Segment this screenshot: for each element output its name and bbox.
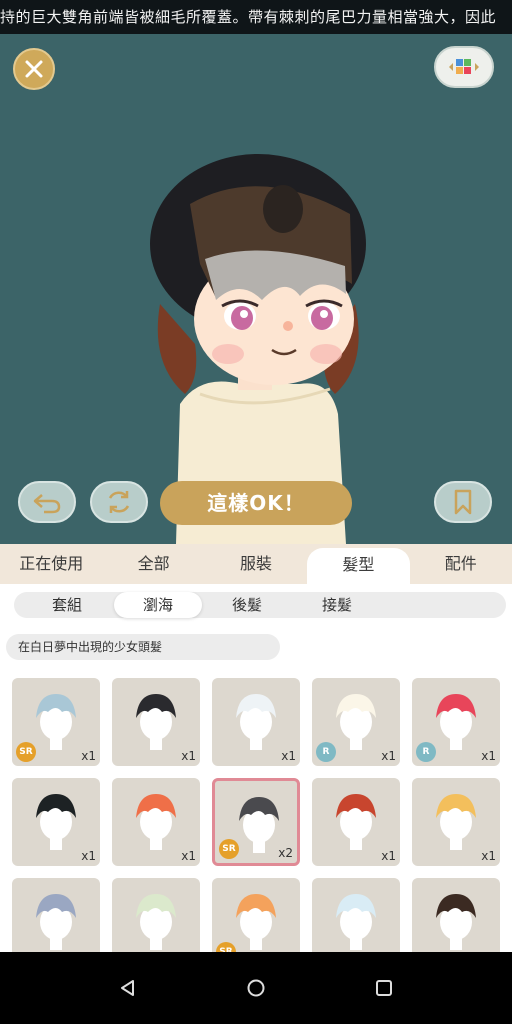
hair-thumbnail — [236, 894, 276, 950]
nav-back-button[interactable] — [112, 972, 144, 1004]
tab-hairstyle[interactable]: 髮型 — [307, 548, 410, 584]
rarity-badge: SR — [16, 742, 36, 762]
hair-item-card[interactable] — [412, 878, 500, 952]
category-tabs: 正在使用 全部 服裝 髮型 配件 — [0, 544, 512, 584]
item-count: x1 — [381, 849, 396, 863]
rarity-badge: SR — [219, 839, 239, 859]
nav-home-button[interactable] — [240, 972, 272, 1004]
app-root: 持的巨大雙角前端皆被細毛所覆蓋。帶有棘刺的尾巴力量相當強大，因此 這樣OK！ 正… — [0, 0, 512, 1024]
color-grid-icon — [449, 59, 479, 74]
close-icon — [25, 60, 43, 78]
item-description-ticker: 持的巨大雙角前端皆被細毛所覆蓋。帶有棘刺的尾巴力量相當強大，因此 — [0, 0, 512, 34]
confirm-ok-button[interactable]: 這樣OK！ — [160, 481, 352, 525]
subtab-bangs[interactable]: 瀏海 — [114, 592, 202, 618]
item-count: x1 — [81, 749, 96, 763]
subtab-extensions[interactable]: 接髮 — [296, 592, 378, 618]
hair-subtabs: 套組 瀏海 後髮 接髮 — [0, 584, 512, 626]
close-button[interactable] — [13, 48, 55, 90]
hair-thumbnail — [36, 894, 76, 950]
avatar-preview: 這樣OK！ — [0, 34, 512, 544]
undo-button[interactable] — [18, 481, 76, 523]
rarity-badge: R — [316, 742, 336, 762]
hair-item-card[interactable]: x1 — [412, 778, 500, 866]
avatar-figure — [150, 154, 366, 544]
refresh-icon — [108, 491, 130, 513]
hair-item-card[interactable]: x1 — [112, 778, 200, 866]
subtab-set[interactable]: 套組 — [26, 592, 108, 618]
hair-item-card[interactable]: Rx1 — [412, 678, 500, 766]
hair-item-card[interactable] — [112, 878, 200, 952]
layout-toggle-button[interactable] — [434, 46, 494, 88]
hair-thumbnail — [136, 894, 176, 950]
save-outfit-button[interactable] — [434, 481, 492, 523]
home-circle-icon — [247, 979, 265, 997]
item-count: x1 — [381, 749, 396, 763]
undo-icon — [33, 494, 61, 514]
rarity-badge: R — [416, 742, 436, 762]
item-count: x1 — [181, 849, 196, 863]
item-description: 在白日夢中出現的少女頭髮 — [6, 634, 280, 660]
tab-clothing[interactable]: 服裝 — [205, 544, 307, 584]
hair-item-card[interactable] — [12, 878, 100, 952]
hair-item-card[interactable]: Rx1 — [312, 678, 400, 766]
item-count: x1 — [481, 749, 496, 763]
item-count: x1 — [281, 749, 296, 763]
hair-item-card[interactable] — [312, 878, 400, 952]
hair-item-card[interactable]: x1 — [12, 778, 100, 866]
hair-item-card[interactable]: x1 — [312, 778, 400, 866]
hair-thumbnail — [336, 894, 376, 950]
item-count: x2 — [278, 846, 293, 860]
hair-item-card[interactable]: x1 — [212, 678, 300, 766]
hair-thumbnail — [436, 894, 476, 950]
item-count: x1 — [181, 749, 196, 763]
tab-accessories[interactable]: 配件 — [410, 544, 512, 584]
recents-square-icon — [376, 980, 392, 996]
tab-all[interactable]: 全部 — [102, 544, 204, 584]
hair-item-card[interactable]: SR x2 — [212, 778, 300, 866]
item-grid: 在白日夢中出現的少女頭髮 SR x1 x1 x1 Rx1 Rx1 x1 x1 SR x2 x1 x1 S… — [0, 626, 512, 952]
randomize-button[interactable] — [90, 481, 148, 523]
nav-recents-button[interactable] — [368, 972, 400, 1004]
hair-item-card[interactable]: x1 — [112, 678, 200, 766]
tab-in-use[interactable]: 正在使用 — [0, 544, 102, 584]
ticker-text: 持的巨大雙角前端皆被細毛所覆蓋。帶有棘刺的尾巴力量相當強大，因此 — [0, 8, 497, 26]
subtab-back-hair[interactable]: 後髮 — [206, 592, 288, 618]
android-nav-bar — [0, 952, 512, 1024]
bookmark-icon — [454, 489, 472, 515]
hair-item-card[interactable]: SR — [212, 878, 300, 952]
item-count: x1 — [81, 849, 96, 863]
hair-item-card[interactable]: SR x1 — [12, 678, 100, 766]
item-count: x1 — [481, 849, 496, 863]
back-triangle-icon — [121, 980, 134, 996]
